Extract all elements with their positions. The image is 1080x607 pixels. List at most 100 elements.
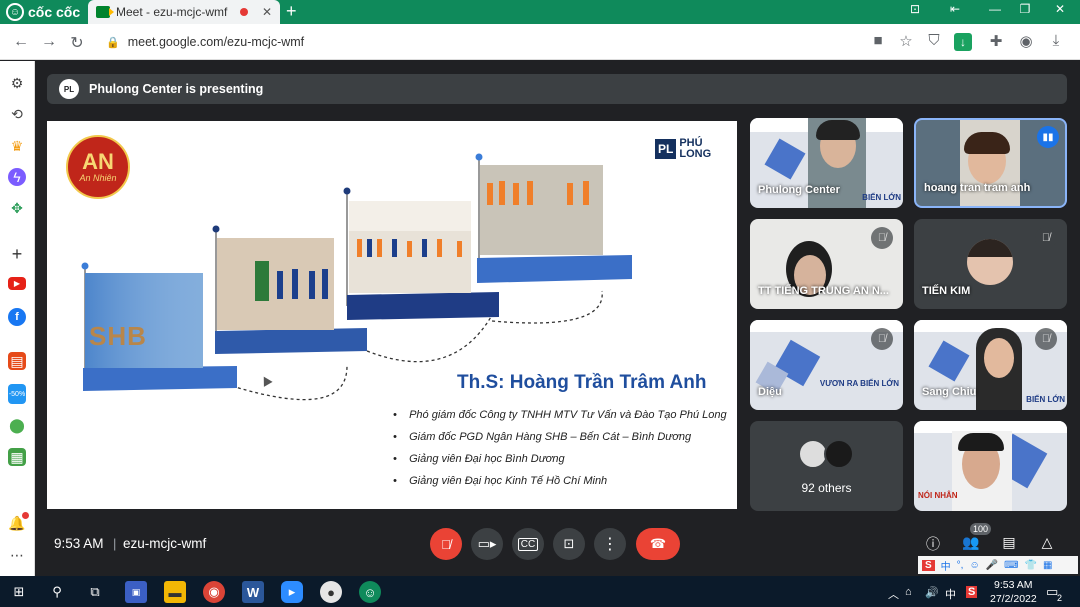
spreadsheet-icon[interactable]: ▦: [8, 448, 26, 466]
extensions-puzzle-icon[interactable]: ✚: [986, 32, 1006, 50]
network-icon[interactable]: ⌂: [905, 586, 912, 598]
more-options-button[interactable]: ⋮: [594, 528, 626, 560]
file-explorer-button[interactable]: ▬: [164, 581, 186, 603]
folder-icon: ▬: [168, 584, 182, 600]
windows-logo-icon: ⊞: [13, 584, 25, 599]
screenshot-icon[interactable]: ⊡: [900, 2, 930, 16]
meeting-time: 9:53 AM: [54, 536, 104, 551]
show-hidden-icons[interactable]: ︿: [888, 586, 899, 602]
profile-icon[interactable]: ◉: [1016, 32, 1036, 50]
close-window-button[interactable]: ✕: [1045, 2, 1075, 16]
clock-time[interactable]: 9:53 AM: [994, 579, 1033, 591]
forward-button[interactable]: →: [40, 33, 58, 51]
participant-tile-tt-tieng-trung[interactable]: 🎙̸ TT TIẾNG TRUNG AN N...: [750, 219, 903, 309]
ime-chinese-mode[interactable]: 中: [941, 558, 951, 573]
captions-button[interactable]: CC: [512, 528, 544, 560]
add-sidebar-item-icon[interactable]: +: [8, 244, 26, 264]
participant-count-badge: 100: [970, 523, 992, 535]
participant-tile-phulong-center[interactable]: BIỂN LỚN Phulong Center: [750, 118, 903, 208]
ime-punct-icon[interactable]: °,: [957, 560, 964, 571]
browser-tab-meet[interactable]: Meet - ezu-mcjc-wmf ✕: [88, 0, 280, 24]
present-now-button[interactable]: ⊡: [553, 528, 585, 560]
notes-icon[interactable]: ▤: [8, 352, 26, 370]
shb-photo-text: SHB: [89, 321, 147, 351]
input-language[interactable]: 中: [945, 586, 956, 602]
shield-icon[interactable]: ⛉: [924, 32, 944, 49]
messenger-icon[interactable]: ϟ: [8, 168, 26, 186]
windows-start-button[interactable]: ⊞: [8, 581, 30, 603]
meeting-details-button[interactable]: ⓘ: [922, 534, 944, 554]
location-pin-icon[interactable]: ⬤: [8, 416, 26, 434]
coccoc-taskbar-button[interactable]: ☺: [359, 581, 381, 603]
browser-brand-label: cốc cốc: [28, 4, 81, 20]
sogou-tray-icon[interactable]: S: [966, 586, 978, 598]
bookmark-star-icon[interactable]: ☆: [896, 32, 916, 50]
ime-skin-icon[interactable]: 👕: [1025, 560, 1037, 571]
ime-keyboard-icon[interactable]: ⌨: [1004, 560, 1018, 571]
camera-in-use-icon[interactable]: ■: [868, 32, 888, 49]
new-tab-button[interactable]: +: [286, 1, 297, 22]
presenter-avatar: PL: [59, 79, 79, 99]
minimize-window-button[interactable]: —: [980, 2, 1010, 16]
game-controller-icon[interactable]: ✥: [8, 199, 26, 217]
speaking-indicator-icon: ▮▮: [1037, 126, 1059, 148]
taskbar-app-1[interactable]: ▣: [125, 581, 147, 603]
participant-tile-others[interactable]: 92 others: [750, 421, 903, 511]
chat-button[interactable]: ▤: [998, 534, 1020, 554]
microphone-toggle-button[interactable]: 🎙̸: [430, 528, 462, 560]
reload-button[interactable]: ↻: [68, 33, 86, 53]
present-screen-icon: ⊡: [563, 536, 575, 551]
participant-tile-tien-kim[interactable]: 🎙̸ TIẾN KIM: [914, 219, 1067, 309]
task-view-button[interactable]: ⧉: [84, 581, 106, 603]
bio-item: • Giảng viên Đại học Bình Dương: [393, 453, 565, 465]
youtube-icon[interactable]: ▶: [8, 277, 26, 290]
activities-button[interactable]: △: [1036, 534, 1058, 554]
more-options-icon[interactable]: ⋯: [8, 546, 26, 564]
crown-icon[interactable]: ♛: [8, 137, 26, 155]
participant-name: hoang tran tram anh: [924, 182, 1031, 194]
notification-count: 2: [1057, 593, 1063, 603]
facebook-icon[interactable]: f: [8, 308, 26, 326]
word-button[interactable]: W: [242, 581, 264, 603]
browser-brand[interactable]: ☺ cốc cốc: [6, 3, 80, 21]
participant-name: Phulong Center: [758, 184, 840, 196]
minimize-to-tray-icon[interactable]: ⇤: [940, 2, 970, 16]
close-tab-icon[interactable]: ✕: [262, 5, 272, 19]
bio-item: • Giám đốc PGD Ngân Hàng SHB – Bến Cát –…: [393, 431, 692, 443]
history-icon[interactable]: ⟲: [8, 105, 26, 123]
zoom-button[interactable]: ▸: [281, 581, 303, 603]
participant-tile-video-8[interactable]: NÓI NHÂN: [914, 421, 1067, 511]
captions-icon: CC: [517, 537, 539, 551]
savefrom-download-icon[interactable]: ↓: [954, 33, 972, 51]
recording-dot-icon: [239, 8, 248, 16]
restore-window-button[interactable]: ❐: [1010, 2, 1040, 16]
messaging-app-button[interactable]: ●: [320, 581, 342, 603]
bio-item: • Giảng viên Đại học Kinh Tế Hồ Chí Minh: [393, 475, 608, 487]
app-icon: ▣: [131, 586, 141, 597]
ime-voice-icon[interactable]: 🎤: [986, 560, 998, 571]
volume-icon[interactable]: 🔊: [925, 586, 939, 599]
url-omnibox[interactable]: 🔒 meet.google.com/ezu-mcjc-wmf: [100, 29, 880, 55]
participant-tile-dieu[interactable]: VƯƠN RA BIỂN LỚN 🎙̸ Diệu: [750, 320, 903, 410]
search-button[interactable]: ⚲: [46, 581, 68, 603]
sogou-ime-icon[interactable]: S: [922, 559, 935, 571]
camera-toggle-button[interactable]: ▭▸: [471, 528, 503, 560]
coupon-50-icon[interactable]: -50%: [8, 384, 26, 404]
participant-name: Sang Chiu: [922, 386, 977, 398]
participant-tile-hoang-tran-tram-anh[interactable]: ▮▮ hoang tran tram anh: [914, 118, 1067, 208]
leave-call-button[interactable]: ☎: [636, 528, 680, 560]
ime-toolbar[interactable]: S 中 °, ☺ 🎤 ⌨ 👕 ▦: [918, 556, 1078, 574]
participant-name: TIẾN KIM: [922, 285, 971, 297]
ime-emoji-icon[interactable]: ☺: [969, 560, 979, 571]
back-button[interactable]: ←: [12, 33, 30, 51]
downloads-icon[interactable]: ⤓: [1046, 32, 1066, 49]
participant-tile-sang-chiu[interactable]: BIỂN LỚN 🎙̸ Sang Chiu: [914, 320, 1067, 410]
people-button[interactable]: 👥: [960, 534, 982, 554]
clock-date[interactable]: 27/2/2022: [990, 593, 1037, 605]
ime-grid-icon[interactable]: ▦: [1043, 560, 1052, 571]
meeting-code: ezu-mcjc-wmf: [123, 536, 207, 551]
settings-gear-icon[interactable]: ⚙: [8, 74, 26, 92]
coccoc-logo-icon: ☺: [363, 584, 377, 600]
chrome-button[interactable]: ◉: [203, 581, 225, 603]
muted-mic-icon: 🎙̸: [1035, 328, 1057, 350]
